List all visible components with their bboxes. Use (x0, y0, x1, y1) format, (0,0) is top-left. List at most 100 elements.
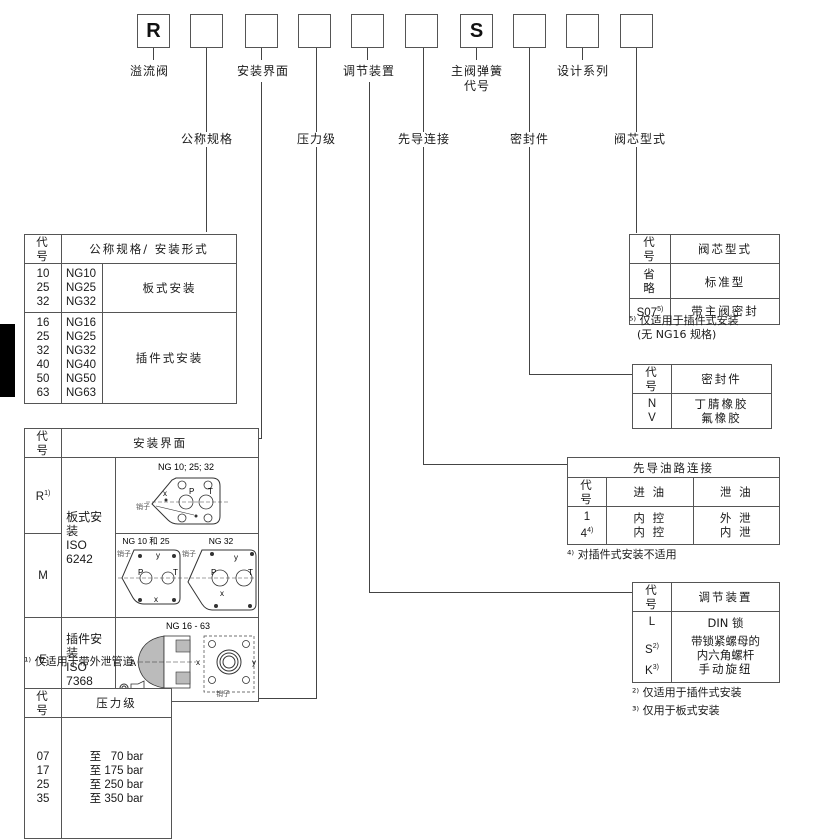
subplate-label: 板式安装 ISO 6242 (61, 457, 117, 618)
table-row: 16 25 32 40 50 63 NG16 NG25 NG32 NG40 NG50 NG63 插件… (24, 312, 237, 404)
svg-text:T: T (208, 487, 213, 496)
svg-text:x: x (196, 658, 200, 667)
table-row: R1) 板式安装 ISO 6242 NG 10; 25; 32 x P T 销子 (23, 457, 259, 618)
spool-footnote-2: (无 NG16 规格) (637, 328, 717, 341)
table-row: 07 17 25 35 至 70 bar 至 175 bar 至 250 bar 至 350… (24, 717, 172, 839)
adjust-table: 代 号 调节装置 L S2) K3) DIN 锁 带锁紧螺母的 内六角螺杆 手动… (632, 582, 780, 683)
header-code: 代 号 (567, 477, 607, 507)
label-relief-valve: 溢流阀 (130, 64, 170, 79)
size-cell: NG16 NG25 NG32 NG40 NG50 NG63 (61, 312, 103, 404)
header-interface: 安装界面 (61, 428, 259, 458)
header-pressure: 压力级 (61, 688, 172, 718)
seal-connector-line (529, 374, 632, 375)
code-box-spool (620, 14, 653, 48)
code-cell: M (23, 533, 63, 618)
mounting-cell: 插件式安装 (102, 312, 237, 404)
code-box-seal (513, 14, 546, 48)
pilot-table: 先导油路连接 代 号 进 油 泄 油 1 44) 内 控内 控 外 泄内 泄 (567, 457, 780, 545)
header-size: 公称规格/ 安装形式 (61, 234, 237, 264)
svg-text:NG 16 - 63: NG 16 - 63 (166, 621, 210, 631)
size-table: 代 号 公称规格/ 安装形式 10 25 32 NG10 NG25 NG32 板式安装 … (24, 234, 237, 404)
svg-text:y: y (234, 553, 238, 562)
pilot-title: 先导油路连接 (567, 457, 780, 478)
label-pilot-connection: 先导连接 (398, 132, 451, 147)
adjust-footnote-2: ³⁾ 仅用于板式安装 (632, 704, 720, 717)
label-adjustment: 调节装置 (343, 64, 396, 79)
pilot-connector-line (423, 464, 569, 465)
label-main-spring-code: 代号 (464, 79, 491, 94)
drawing-cell: NG 10; 25; 32 x P T 销子 (115, 457, 259, 534)
table-row: 省 略 标准型 (629, 263, 780, 299)
table-row: 1 44) 内 控内 控 外 泄内 泄 (567, 506, 780, 545)
drawing-title: NG 10; 25; 32 (158, 462, 214, 472)
label-seals: 密封件 (510, 132, 550, 147)
header-adjust: 调节装置 (671, 582, 780, 612)
code-box-type: R (137, 14, 170, 48)
pilot-connector-line (423, 48, 424, 465)
drawing-cell: NG 10 和 25 NG 32 P T y x P T y x 销子 销子 (115, 533, 259, 618)
code-cell: R1) (23, 457, 63, 534)
code-cell: 16 25 32 40 50 63 (24, 312, 62, 404)
svg-text:x: x (154, 595, 158, 604)
connector-line (261, 48, 262, 60)
header-code: 代 号 (629, 234, 671, 264)
svg-text:销子: 销子 (216, 689, 230, 698)
connector-line (153, 48, 154, 60)
svg-text:y: y (156, 551, 160, 560)
pilot-footnote: ⁴⁾ 对插件式安装不适用 (567, 548, 677, 561)
cartridge-cavity-drawing: NG 16 - 63 A B x y 销子 (119, 621, 256, 699)
table-row: NV 丁腈橡胶 氟橡胶 (632, 393, 772, 429)
svg-text:T: T (173, 568, 178, 577)
page-edge-marker (0, 324, 15, 397)
code-box-adjustment (351, 14, 384, 48)
code-cell: 10 25 32 (24, 263, 62, 313)
pressure-table: 代 号 压力级 07 17 25 35 至 70 bar 至 175 bar 至 250 … (24, 688, 172, 839)
code-box-pilot (405, 14, 438, 48)
svg-text:T: T (248, 568, 253, 577)
label-design-series: 设计系列 (557, 64, 610, 79)
seal-table: 代 号 密封件 NV 丁腈橡胶 氟橡胶 (632, 364, 772, 429)
interface-connector-line (261, 82, 262, 438)
subplate-pattern-drawing: NG 10; 25; 32 x P T 销子 (136, 462, 229, 525)
label-main-spring: 主阀弹簧 (451, 64, 504, 79)
svg-text:销子: 销子 (182, 549, 196, 558)
code-box-size (190, 14, 223, 48)
svg-text:销子: 销子 (117, 549, 131, 558)
label-pressure-rating: 压力级 (297, 132, 337, 147)
svg-text:NG 10 和 25: NG 10 和 25 (123, 536, 171, 546)
header-inlet: 进 油 (606, 477, 694, 507)
spool-table: 代 号 阀芯型式 省 略 标准型 S075) 带主阀密封 (629, 234, 780, 325)
header-spool: 阀芯型式 (670, 234, 780, 264)
spool-footnote: ⁵⁾ 仅适用于插件式安装 (629, 314, 739, 327)
code-box-interface (245, 14, 278, 48)
adjust-connector-line (369, 592, 632, 593)
adjust-connector-line (369, 82, 370, 593)
connector-line (367, 48, 368, 60)
interface-footnote: ¹⁾ 仅适用于带外泄管道 (24, 655, 134, 668)
svg-text:x: x (220, 589, 224, 598)
svg-text:y: y (252, 658, 256, 667)
label-nominal-size: 公称规格 (181, 132, 234, 147)
header-code: 代 号 (632, 582, 672, 612)
table-row: 10 25 32 NG10 NG25 NG32 板式安装 (24, 263, 237, 313)
svg-text:P: P (211, 568, 216, 577)
code-box-series (566, 14, 599, 48)
svg-text:P: P (189, 487, 194, 496)
header-code: 代 号 (23, 428, 63, 458)
adjust-footnote-1: ²⁾ 仅适用于插件式安装 (632, 686, 742, 699)
seal-connector-line (529, 48, 530, 375)
header-drain: 泄 油 (692, 477, 780, 507)
header-code: 代 号 (632, 364, 672, 394)
code-box-spring: S (460, 14, 493, 48)
label-mounting-interface: 安装界面 (237, 64, 290, 79)
connector-line (476, 48, 477, 60)
size-cell: NG10 NG25 NG32 (61, 263, 103, 313)
table-row: M NG 10 和 25 NG 32 P T y x P T y x 销子 销子 (23, 533, 259, 618)
mounting-cell: 板式安装 (102, 263, 237, 313)
subplate-pattern-drawing: NG 10 和 25 NG 32 P T y x P T y x 销子 销子 (117, 536, 257, 611)
table-row: L S2) K3) DIN 锁 带锁紧螺母的 内六角螺杆 手动旋纽 (632, 611, 780, 683)
svg-text:NG 32: NG 32 (209, 536, 234, 546)
header-seal: 密封件 (671, 364, 772, 394)
header-code: 代 号 (24, 234, 62, 264)
svg-text:P: P (138, 568, 143, 577)
